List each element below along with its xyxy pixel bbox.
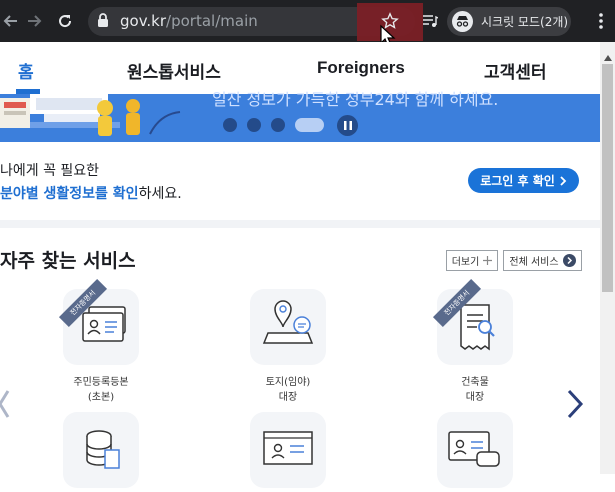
- service-label: 토지(임야) 대장: [265, 377, 311, 403]
- plus-icon: [483, 256, 493, 265]
- more-label: 더보기: [451, 257, 480, 268]
- forward-arrow-icon[interactable]: [23, 10, 45, 32]
- frequent-services-title: 자주 찾는 서비스: [0, 250, 136, 272]
- land-map-icon: [262, 300, 314, 344]
- service-label: 주민등록등본 (초본): [73, 377, 129, 403]
- more-vert-icon[interactable]: [598, 12, 604, 34]
- chevron-right-icon: [560, 175, 567, 186]
- all-services-label: 전체 서비스: [509, 257, 559, 268]
- login-check-label: 로그인 후 확인: [480, 174, 555, 188]
- banner-illustration: [0, 94, 181, 136]
- login-text-highlight: 분야별 생활정보를 확인: [0, 186, 139, 202]
- service-database[interactable]: [63, 412, 139, 488]
- login-text-line1: 나에게 꼭 필요한: [0, 163, 100, 179]
- media-control-icon[interactable]: [422, 13, 439, 33]
- login-text-line2: 분야별 생활정보를 확인하세요.: [0, 183, 182, 203]
- chevron-circle-icon: [562, 254, 576, 267]
- tab-customer-center[interactable]: 고객센터: [484, 58, 547, 83]
- service-land-register[interactable]: [250, 289, 326, 365]
- url-path: /portal/main: [166, 12, 258, 30]
- tab-onestop[interactable]: 원스톱서비스: [127, 58, 221, 83]
- carousel-dot-3[interactable]: [271, 118, 285, 132]
- vehicle-id-icon: [448, 431, 500, 467]
- login-text-rest: 하세요.: [138, 186, 182, 202]
- prev-arrow-icon[interactable]: [0, 388, 10, 424]
- reload-icon[interactable]: [54, 10, 76, 32]
- more-button[interactable]: 더보기: [446, 250, 498, 271]
- carousel-dot-1[interactable]: [223, 118, 237, 132]
- incognito-label: 시크릿 모드(2개): [481, 15, 569, 29]
- tab-home[interactable]: 홈: [18, 58, 34, 83]
- scrollbar-thumb[interactable]: [602, 64, 613, 292]
- carousel-dot-2[interactable]: [247, 118, 261, 132]
- tab-foreigners[interactable]: Foreigners: [317, 58, 405, 78]
- carousel-dot-active[interactable]: [295, 118, 324, 132]
- url-host: gov.kr: [120, 12, 167, 30]
- service-id-monitor[interactable]: [250, 412, 326, 488]
- all-services-button[interactable]: 전체 서비스: [503, 250, 582, 271]
- lock-icon[interactable]: [97, 13, 109, 32]
- login-check-button[interactable]: 로그인 후 확인: [468, 168, 579, 193]
- banner-text: 일잔 정보가 가득한 정부24와 함께 하세요.: [212, 90, 499, 109]
- back-arrow-icon[interactable]: [0, 10, 22, 32]
- database-document-icon: [86, 430, 120, 469]
- incognito-icon: [452, 11, 473, 32]
- pause-icon[interactable]: [337, 115, 358, 136]
- scroll-up-icon[interactable]: [604, 46, 612, 65]
- url-text[interactable]: gov.kr/portal/main: [120, 12, 258, 30]
- service-label: 건축물 대장: [461, 377, 489, 403]
- id-monitor-icon: [263, 431, 313, 465]
- service-vehicle[interactable]: [437, 412, 513, 488]
- next-arrow-icon[interactable]: [566, 388, 584, 424]
